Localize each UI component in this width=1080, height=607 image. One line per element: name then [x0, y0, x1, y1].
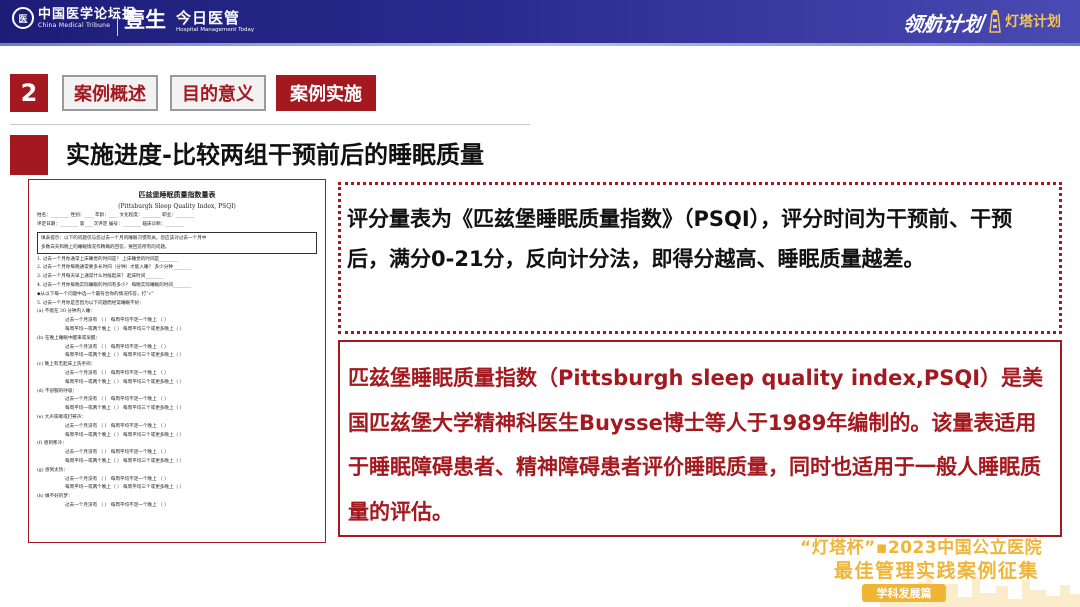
- psqi-definition-text: 匹兹堡睡眠质量指数（Pittsburgh sleep quality index…: [348, 366, 1044, 524]
- form-option: 每周平均一或两个晚上（ ） 每周平均三个或更多晚上（ ）: [65, 432, 185, 438]
- scoring-info-box: 评分量表为《匹兹堡睡眠质量指数》（PSQI），评分时间为干预前、干预后，满分0-…: [338, 182, 1062, 334]
- form-option: 过去一个月没有 （ ） 每周平均不足一个晚上 （ ）: [65, 344, 169, 350]
- form-sub-item: (f) 感到寒冷：: [37, 441, 67, 447]
- title-accent-bar: [10, 135, 48, 175]
- psqi-definition-box: 匹兹堡睡眠质量指数（Pittsburgh sleep quality index…: [338, 340, 1062, 537]
- form-option: 每周平均一或两个晚上（ ） 每周平均三个或更多晚上（ ）: [65, 485, 185, 491]
- form-sub-item: (g) 感到太热：: [37, 467, 68, 473]
- form-sub-item: (a) 不能在 30 分钟内入睡：: [37, 309, 95, 315]
- footer-category-badge: 学科发展篇: [862, 584, 946, 602]
- dengta-logo-text: 灯塔计划: [1005, 14, 1061, 30]
- form-question: 4. 过去一个月你每晚实际睡眠的时间有多少？ 每晚实际睡眠的时间________: [37, 282, 192, 288]
- lhjh-logo: 领航计划: [901, 12, 985, 36]
- form-info-line: 姓名：________ 性别：____ 年龄：____ 文化程度：_______…: [37, 213, 195, 218]
- form-sub-item: (e) 大声咳嗽或打鼾声：: [37, 414, 87, 420]
- tab-purpose[interactable]: 目的意义: [170, 75, 266, 111]
- page-title: 实施进度-比较两组干预前后的睡眠质量: [66, 141, 484, 169]
- form-option: 过去一个月没有 （ ） 每周平均不足一个晚上 （ ）: [65, 318, 169, 324]
- form-sub-item: (c) 晚上有无起床上洗手间：: [37, 362, 96, 368]
- header-banner: 医 中国医学论坛报 China Medical Tribune 壹生 今日医管 …: [0, 0, 1080, 46]
- form-sub-item: (b) 在晚上睡眠中醒来或早醒：: [37, 335, 101, 341]
- form-option: 过去一个月没有 （ ） 每周平均不足一个晚上 （ ）: [65, 370, 169, 376]
- form-question: 5. 过去一个月你是否因为以下问题而经常睡眠不好：: [37, 300, 144, 306]
- form-question: ◆从以下每一个问题中选一个最符合你的情况作答，打“√”: [37, 291, 154, 297]
- form-option: 过去一个月没有 （ ） 每周平均不足一个晚上 （ ）: [65, 502, 169, 508]
- form-sub-item: (d) 不舒服的呼吸：: [37, 388, 78, 394]
- lighthouse-icon: [989, 10, 1001, 33]
- form-instruction-box: 填表提示：以下的问题仅与您过去一个月的睡眠习惯有关。您应该对过去一个月中 多数白…: [37, 231, 317, 254]
- form-instruction: 多数白天和晚上的睡眠情况作精确的回答，要回答所有的问题。: [41, 244, 170, 250]
- form-sub-item: (h) 做不好的梦：: [37, 494, 73, 500]
- tab-case-overview[interactable]: 案例概述: [62, 75, 158, 111]
- slide: 医 中国医学论坛报 China Medical Tribune 壹生 今日医管 …: [0, 0, 1080, 607]
- footer-event-title: “灯塔杯”▪2023中国公立医院: [800, 538, 1043, 558]
- cmt-logo-en: China Medical Tribune: [38, 21, 111, 29]
- form-option: 过去一个月没有 （ ） 每周平均不足一个晚上 （ ）: [65, 476, 169, 482]
- cmt-seal-icon: 医: [12, 7, 34, 29]
- form-option: 过去一个月没有 （ ） 每周平均不足一个晚上 （ ）: [65, 397, 169, 403]
- form-instruction: 填表提示：以下的问题仅与您过去一个月的睡眠习惯有关。您应该对过去一个月中: [41, 235, 207, 241]
- form-option: 每周平均一或两个晚上（ ） 每周平均三个或更多晚上（ ）: [65, 379, 185, 385]
- form-question: 2. 过去一个月你每晚通常要多长时间（分钟）才能入睡？ 多少分钟________: [37, 265, 192, 271]
- jryg-logo: 今日医管 Hospital Management Today: [176, 11, 254, 34]
- divider: [10, 124, 530, 125]
- form-option: 每周平均一或两个晚上（ ） 每周平均三个或更多晚上（ ）: [65, 458, 185, 464]
- form-info-line: 评定日期：________ 第____次评定 编号：________ 临床诊断：…: [37, 221, 184, 227]
- form-subtitle: (Pittsburgh Sleep Quality Index, PSQI): [118, 203, 236, 210]
- jryg-logo-cn: 今日医管: [176, 9, 241, 27]
- tab-case-implementation[interactable]: 案例实施: [276, 75, 376, 111]
- form-option: 每周平均一或两个晚上（ ） 每周平均三个或更多晚上（ ）: [65, 326, 185, 332]
- form-option: 每周平均一或两个晚上（ ） 每周平均三个或更多晚上（ ）: [65, 406, 185, 412]
- form-option: 过去一个月没有 （ ） 每周平均不足一个晚上 （ ）: [65, 423, 169, 429]
- form-question: 3. 过去一个月每天早上通常什么时候起床？ 起床时间________: [37, 274, 164, 280]
- form-title: 匹兹堡睡眠质量指数量表: [138, 190, 216, 199]
- footer-event-subtitle: 最佳管理实践案例征集: [834, 560, 1040, 582]
- psqi-form-image: 匹兹堡睡眠质量指数量表 (Pittsburgh Sleep Quality In…: [28, 179, 326, 543]
- cmt-logo-cn: 中国医学论坛报: [38, 6, 137, 22]
- form-option: 过去一个月没有 （ ） 每周平均不足一个晚上 （ ）: [65, 450, 169, 456]
- form-option: 每周平均一或两个晚上（ ） 每周平均三个或更多晚上（ ）: [65, 353, 185, 359]
- section-number: 2: [10, 74, 48, 112]
- form-question: 1. 过去一个月你通常上床睡觉的时间是？ 上床睡觉的时间是________: [37, 256, 178, 262]
- jryg-logo-en: Hospital Management Today: [176, 27, 255, 33]
- yisheng-logo: 壹生: [124, 7, 166, 32]
- dengta-logo: 灯塔计划: [988, 8, 1061, 34]
- logo-divider: [117, 10, 118, 36]
- scoring-info-text: 评分量表为《匹兹堡睡眠质量指数》（PSQI），评分时间为干预前、干预后，满分0-…: [347, 207, 1013, 271]
